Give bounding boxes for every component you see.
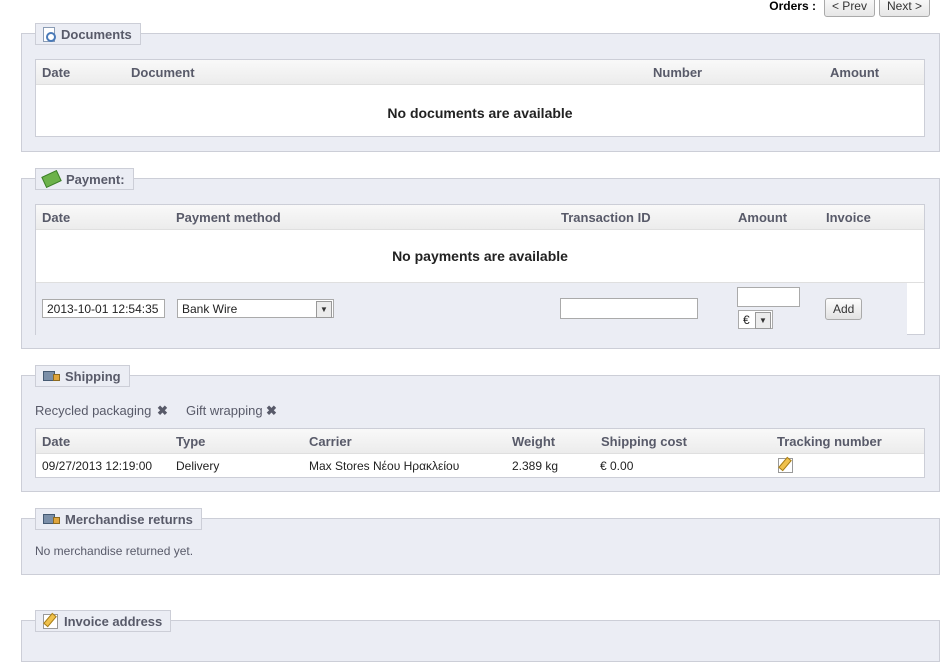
payment-method-select[interactable]: Bank Wire ▼: [177, 299, 334, 318]
chevron-down-icon: ▼: [755, 312, 771, 329]
column-document: Document: [131, 65, 195, 80]
order-navigation: Orders : < Prev Next >: [769, 0, 930, 17]
shipping-cost: € 0.00: [600, 459, 634, 473]
shipping-carrier: Max Stores Νέου Ηρακλείου: [309, 459, 460, 473]
column-amount: Amount: [738, 210, 788, 225]
money-icon: [41, 169, 62, 189]
payment-legend: Payment:: [35, 168, 134, 190]
documents-table-header: Date Document Number Amount: [36, 60, 924, 85]
documents-panel: Documents Date Document Number Amount No…: [21, 23, 940, 152]
payment-date-input[interactable]: [42, 299, 165, 318]
orders-label: Orders :: [769, 0, 816, 13]
gift-wrapping-label: Gift wrapping: [186, 403, 263, 418]
truck-icon: [43, 514, 60, 524]
shipping-title: Shipping: [65, 368, 121, 384]
chevron-down-icon: ▼: [316, 301, 332, 318]
recycled-packaging-label: Recycled packaging: [35, 403, 152, 418]
column-transaction-id: Transaction ID: [561, 210, 651, 225]
column-payment-method: Payment method: [176, 210, 281, 225]
shipping-legend: Shipping: [35, 365, 130, 387]
add-payment-button[interactable]: Add: [825, 298, 863, 320]
payment-method-value: Bank Wire: [182, 302, 238, 316]
edit-icon: [43, 613, 58, 629]
payments-empty-message: No payments are available: [36, 230, 924, 283]
column-invoice: Invoice: [826, 210, 871, 225]
shipping-panel: Shipping Recycled packaging ✖ Gift wrapp…: [21, 365, 940, 492]
document-icon: [43, 26, 56, 42]
invoice-address-legend: Invoice address: [35, 610, 172, 632]
shipping-weight: 2.389 kg: [512, 459, 559, 473]
no-returns-message: No merchandise returned yet.: [35, 544, 194, 558]
prev-order-button[interactable]: < Prev: [823, 0, 875, 17]
column-number: Number: [653, 65, 703, 80]
shipping-date: 09/27/2013 12:19:00: [42, 459, 153, 473]
shipping-type: Delivery: [176, 459, 220, 473]
shipping-table: Date Type Carrier Weight Shipping cost T…: [35, 428, 925, 478]
merchandise-returns-panel: Merchandise returns No merchandise retur…: [21, 508, 940, 575]
column-carrier: Carrier: [309, 434, 352, 449]
currency-select[interactable]: € ▼: [738, 310, 773, 329]
table-row: 09/27/2013 12:19:00 Delivery Max Stores …: [36, 454, 924, 477]
column-weight: Weight: [512, 434, 556, 449]
payment-panel: Payment: Date Payment method Transaction…: [21, 168, 940, 349]
documents-title: Documents: [61, 26, 132, 42]
documents-legend: Documents: [35, 23, 141, 45]
column-date: Date: [42, 210, 71, 225]
column-tracking-number: Tracking number: [777, 434, 882, 449]
column-date: Date: [42, 434, 71, 449]
payment-add-form: Bank Wire ▼ € ▼ Add: [36, 283, 907, 335]
cross-icon: ✖: [266, 403, 277, 418]
documents-table: Date Document Number Amount No documents…: [35, 59, 925, 137]
merchandise-returns-title: Merchandise returns: [65, 511, 193, 527]
edit-icon[interactable]: [778, 458, 793, 473]
column-shipping-cost: Shipping cost: [601, 434, 687, 449]
shipping-table-header: Date Type Carrier Weight Shipping cost T…: [36, 429, 924, 454]
payment-title: Payment:: [66, 171, 125, 187]
invoice-address-title: Invoice address: [64, 613, 163, 629]
next-order-button[interactable]: Next >: [878, 0, 930, 17]
transaction-id-input[interactable]: [560, 298, 698, 319]
column-amount: Amount: [830, 65, 880, 80]
invoice-address-panel: Invoice address: [21, 610, 940, 662]
currency-value: €: [743, 313, 750, 327]
truck-icon: [43, 371, 60, 381]
payment-amount-input[interactable]: [737, 287, 800, 307]
payment-table: Date Payment method Transaction ID Amoun…: [35, 204, 925, 335]
payment-table-header: Date Payment method Transaction ID Amoun…: [36, 205, 924, 230]
merchandise-returns-legend: Merchandise returns: [35, 508, 202, 530]
documents-empty-message: No documents are available: [387, 105, 573, 121]
column-type: Type: [176, 434, 206, 449]
cross-icon: ✖: [157, 403, 168, 418]
column-date: Date: [42, 65, 71, 80]
